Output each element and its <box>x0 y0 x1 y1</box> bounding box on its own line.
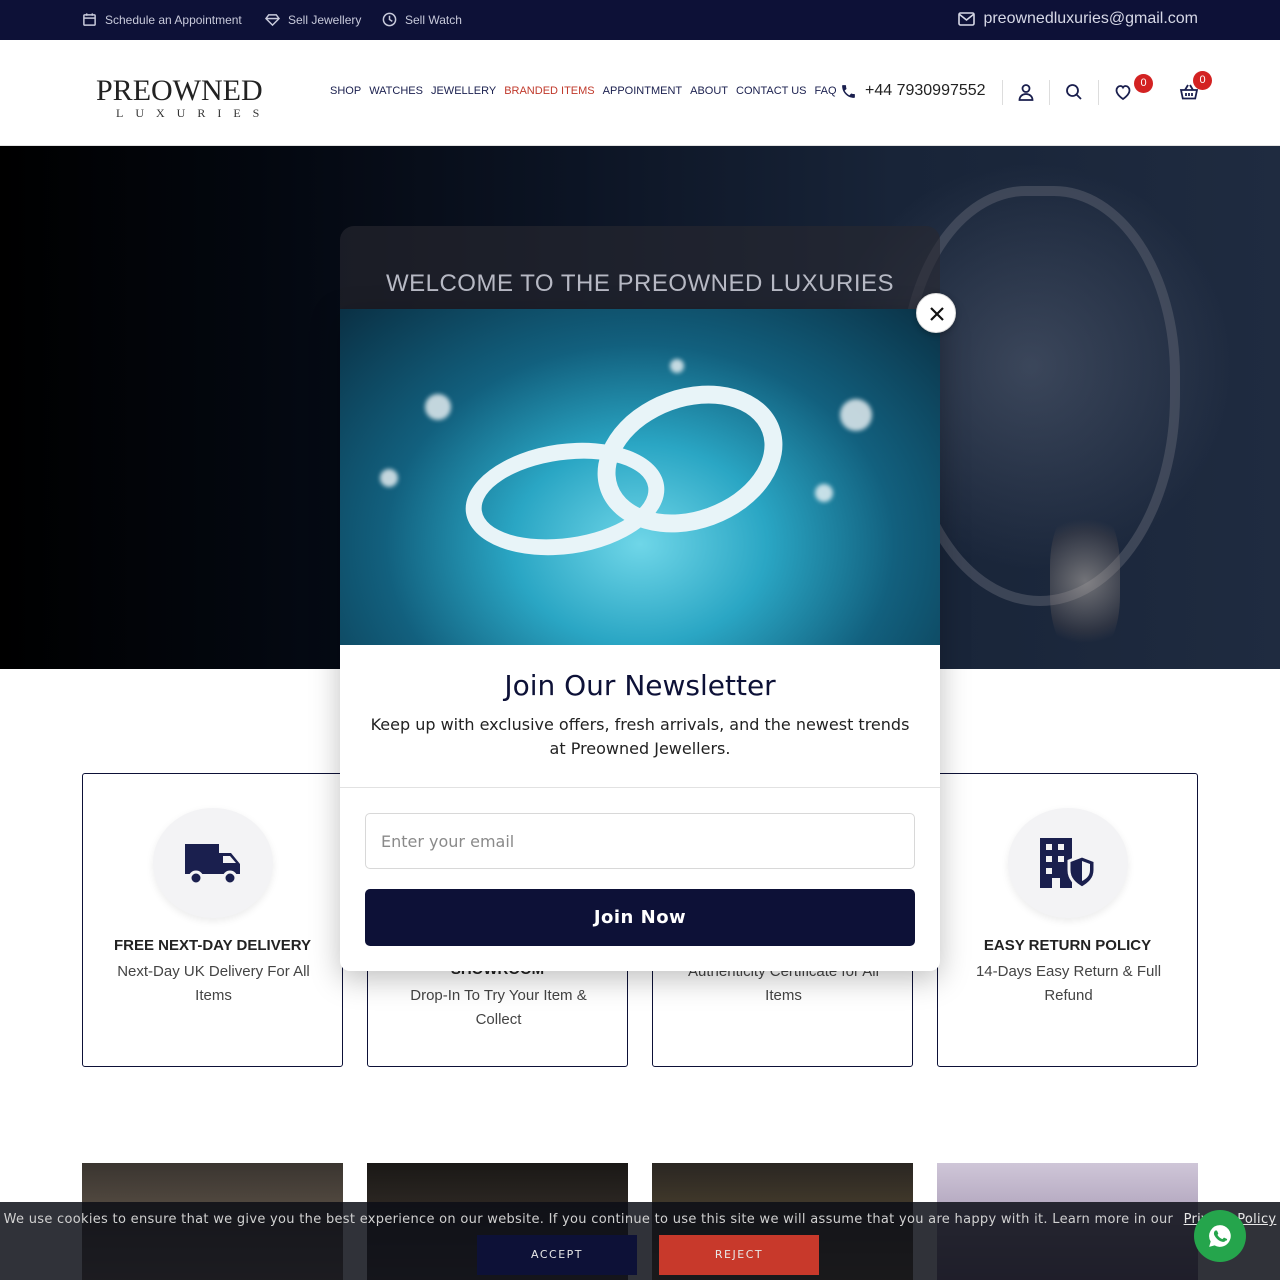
pendant-image <box>1050 506 1120 656</box>
nav-item-faq[interactable]: FAQ <box>815 85 837 97</box>
newsletter-modal: Join Our Newsletter Keep up with exclusi… <box>340 309 940 971</box>
bokeh-light <box>840 399 872 431</box>
newsletter-email-input[interactable] <box>365 813 915 869</box>
diamond-icon <box>265 14 280 27</box>
logo-tagline: LUXURIES <box>116 106 272 120</box>
phone-link[interactable]: +44 7930997552 <box>840 82 986 100</box>
logo-wordmark: PREOWNED <box>96 74 263 107</box>
main-nav: SHOP WATCHES JEWELLERY BRANDED ITEMS APP… <box>330 85 837 97</box>
nav-item-jewellery[interactable]: JEWELLERY <box>431 85 496 97</box>
wishlist-count-badge: 0 <box>1134 74 1153 93</box>
feature-text: Next-Day UK Delivery For All Items <box>117 963 310 1004</box>
newsletter-description: Keep up with exclusive offers, fresh arr… <box>370 715 910 758</box>
email-link[interactable]: preownedluxuries@gmail.com <box>958 10 1198 28</box>
cookie-text: We use cookies to ensure that we give yo… <box>3 1212 1174 1227</box>
cookie-banner: We use cookies to ensure that we give yo… <box>0 1202 1280 1280</box>
feature-icon-circle <box>153 808 273 918</box>
whatsapp-icon <box>1209 1225 1231 1247</box>
search-button[interactable] <box>1064 82 1084 102</box>
accept-cookies-button[interactable]: ACCEPT <box>477 1235 637 1275</box>
cart-count-badge: 0 <box>1193 71 1212 90</box>
schedule-appointment-label: Schedule an Appointment <box>105 12 242 27</box>
nav-item-watches[interactable]: WATCHES <box>369 85 423 97</box>
nav-item-shop[interactable]: SHOP <box>330 85 361 97</box>
clock-icon <box>382 12 397 27</box>
hero-title: WELCOME TO THE PREOWNED LUXURIES <box>385 270 895 297</box>
schedule-appointment-link[interactable]: Schedule an Appointment <box>82 12 242 27</box>
feature-title: EASY RETURN POLICY <box>983 937 1152 954</box>
nav-item-appointment[interactable]: APPOINTMENT <box>603 85 682 97</box>
reject-cookies-button[interactable]: REJECT <box>659 1235 819 1275</box>
feature-card-delivery: FREE NEXT-DAY DELIVERY Next-Day UK Deliv… <box>82 773 343 1067</box>
modal-divider <box>340 787 940 788</box>
sell-watch-link[interactable]: Sell Watch <box>382 12 462 27</box>
bokeh-light <box>815 484 833 502</box>
whatsapp-chat-button[interactable] <box>1194 1210 1246 1262</box>
bokeh-light <box>670 359 684 373</box>
heart-icon <box>1115 85 1131 101</box>
building-shield-icon <box>1040 838 1097 890</box>
join-now-button[interactable]: Join Now <box>365 889 915 946</box>
cookie-message: We use cookies to ensure that we give yo… <box>0 1212 1280 1227</box>
nav-item-about[interactable]: ABOUT <box>690 85 728 97</box>
site-logo[interactable]: PREOWNED LUXURIES <box>96 74 276 121</box>
header-divider <box>1002 80 1003 105</box>
feature-card-returns: EASY RETURN POLICY 14-Days Easy Return &… <box>937 773 1198 1067</box>
close-icon <box>930 307 944 321</box>
email-label: preownedluxuries@gmail.com <box>983 10 1198 27</box>
header-divider <box>1098 80 1099 105</box>
truck-icon <box>185 844 240 886</box>
wishlist-button[interactable] <box>1113 82 1133 102</box>
account-button[interactable] <box>1016 82 1036 102</box>
nav-item-branded-items[interactable]: BRANDED ITEMS <box>504 85 594 97</box>
site-header: PREOWNED LUXURIES SHOP WATCHES JEWELLERY… <box>0 40 1280 146</box>
phone-icon <box>842 84 855 98</box>
search-icon <box>1066 84 1082 100</box>
necklace-image <box>900 186 1180 606</box>
sell-jewellery-label: Sell Jewellery <box>288 12 362 27</box>
bokeh-light <box>425 394 451 420</box>
user-icon <box>1018 84 1034 101</box>
feature-title: FREE NEXT-DAY DELIVERY <box>114 937 311 954</box>
nav-item-contact-us[interactable]: CONTACT US <box>736 85 807 97</box>
calendar-icon <box>83 13 96 26</box>
sell-jewellery-link[interactable]: Sell Jewellery <box>265 12 361 27</box>
feature-text: 14-Days Easy Return & Full Refund <box>975 963 1162 1004</box>
modal-close-button[interactable] <box>916 293 956 333</box>
feature-text: Drop-In To Try Your Item & Collect <box>410 987 587 1028</box>
wedding-rings-image <box>340 309 940 645</box>
bokeh-light <box>380 469 398 487</box>
sell-watch-label: Sell Watch <box>405 12 462 27</box>
envelope-icon <box>958 12 976 26</box>
phone-number: +44 7930997552 <box>865 82 986 99</box>
feature-icon-circle <box>1008 808 1128 918</box>
top-bar: Schedule an Appointment Sell Jewellery S… <box>0 0 1280 40</box>
header-divider <box>1049 80 1050 105</box>
newsletter-title: Join Our Newsletter <box>504 669 776 702</box>
